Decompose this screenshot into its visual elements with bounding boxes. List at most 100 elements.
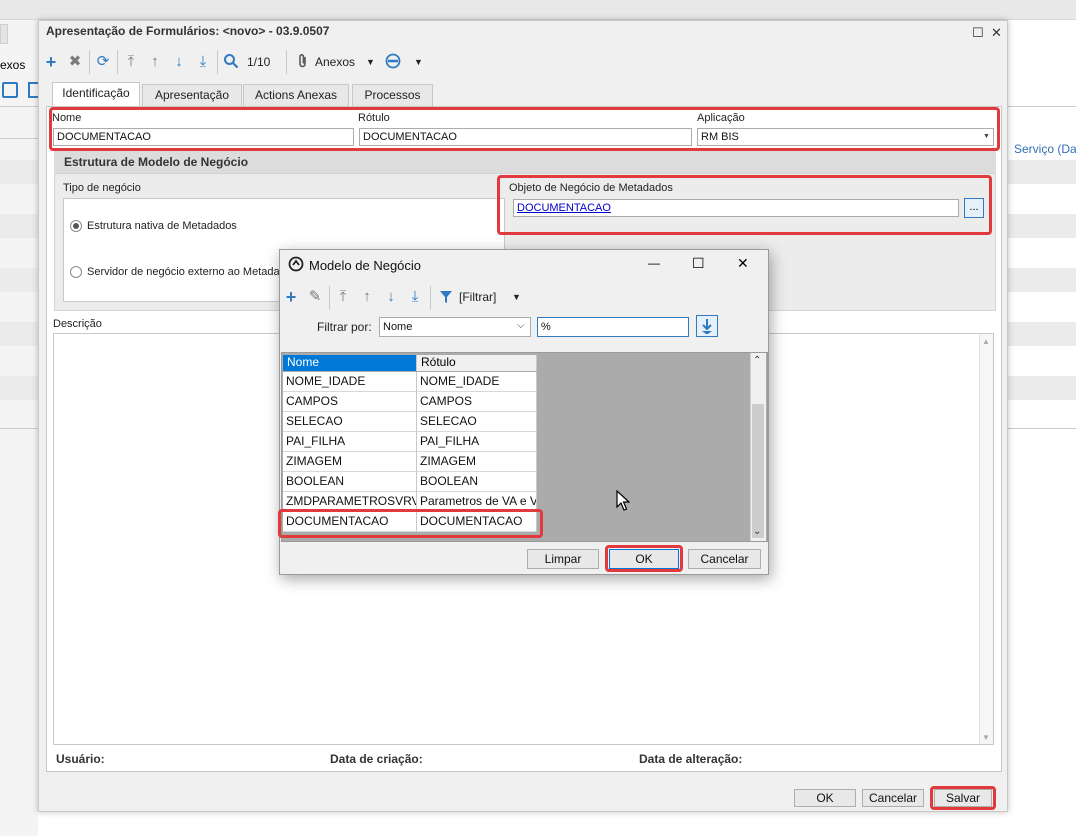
grid-cell-caption[interactable]: PAI_FILHA [417, 432, 537, 452]
section-header: Estrutura de Modelo de Negócio [54, 151, 996, 173]
close-icon[interactable]: ✕ [737, 255, 749, 272]
download-filter-icon [702, 319, 712, 334]
paperclip-icon[interactable] [294, 53, 312, 71]
attachments-label[interactable]: Anexos [315, 55, 355, 69]
filter-icon[interactable] [439, 290, 453, 307]
grid-cell-name[interactable]: BOOLEAN [283, 472, 417, 492]
grid-cell-name[interactable]: NOME_IDADE [283, 372, 417, 392]
background-divider [1008, 106, 1076, 107]
scroll-up-icon[interactable]: ▲ [982, 337, 990, 346]
radio-external[interactable] [70, 266, 82, 278]
toolbar-separator [430, 286, 431, 310]
dialog-app-icon [288, 256, 304, 275]
chevron-down-icon[interactable]: ▼ [414, 57, 423, 67]
chevron-down-icon[interactable]: ▼ [366, 57, 375, 67]
metadata-object-label: Objeto de Negócio de Metadados [509, 182, 673, 194]
clear-button[interactable]: Limpar [527, 549, 599, 569]
last-record-icon[interactable]: ⤓ [406, 288, 424, 306]
scroll-down-icon[interactable]: ⌄ [753, 526, 761, 537]
background-window-icon-2[interactable] [28, 82, 38, 98]
grid-cell-name[interactable]: ZIMAGEM [283, 452, 417, 472]
modified-date-label: Data de alteração: [639, 752, 743, 766]
background-window-icon[interactable] [2, 82, 18, 98]
scrollbar-thumb[interactable] [752, 404, 764, 538]
filter-field-select[interactable]: Nome [379, 317, 531, 337]
radio-external-label[interactable]: Servidor de negócio externo ao Metadados [87, 266, 297, 278]
background-divider [0, 106, 38, 107]
dialog-ok-button[interactable]: OK [609, 549, 679, 569]
background-row [1008, 160, 1076, 184]
filter-text-input[interactable]: % [537, 317, 689, 337]
grid-cell-caption[interactable]: SELECAO [417, 412, 537, 432]
last-record-icon[interactable]: ⤓ [194, 53, 212, 71]
toolbar-separator [329, 286, 330, 310]
edit-icon[interactable]: ✎ [306, 288, 324, 306]
tab-identificacao[interactable]: Identificação [52, 82, 140, 107]
background-divider [1008, 428, 1076, 429]
background-divider [0, 138, 38, 139]
chevron-down-icon[interactable]: ▼ [512, 292, 521, 302]
caption-field[interactable]: DOCUMENTACAO [359, 128, 692, 146]
background-tab-fragment[interactable] [0, 24, 8, 44]
background-column-link[interactable]: Serviço (Data [1014, 142, 1076, 156]
search-icon[interactable] [222, 53, 240, 71]
background-row [1008, 268, 1076, 292]
grid-cell-name[interactable]: PAI_FILHA [283, 432, 417, 452]
tab-actions-anexas[interactable]: Actions Anexas [243, 84, 349, 106]
grid-cell-name[interactable]: SELECAO [283, 412, 417, 432]
mouse-pointer-icon [616, 489, 631, 515]
chevron-down-icon[interactable]: ▼ [983, 133, 990, 140]
grid-cell-caption[interactable]: BOOLEAN [417, 472, 537, 492]
user-label: Usuário: [56, 752, 105, 766]
scroll-down-icon[interactable]: ▼ [982, 733, 990, 742]
radio-native-label[interactable]: Estrutura nativa de Metadados [87, 220, 237, 232]
created-date-label: Data de criação: [330, 752, 423, 766]
options-icon[interactable] [384, 53, 402, 71]
name-label: Nome [52, 112, 82, 124]
scroll-up-icon[interactable]: ⌃ [753, 355, 761, 366]
previous-record-icon[interactable]: ↑ [146, 53, 164, 71]
add-icon[interactable]: + [42, 53, 60, 71]
column-header-name[interactable]: Nome [283, 355, 417, 371]
grid-cell-caption[interactable]: CAMPOS [417, 392, 537, 412]
ok-button[interactable]: OK [794, 789, 856, 807]
maximize-icon[interactable]: ☐ [972, 25, 984, 41]
name-field[interactable]: DOCUMENTACAO [53, 128, 354, 146]
grid-cell-caption[interactable]: ZIMAGEM [417, 452, 537, 472]
background-row [1008, 322, 1076, 346]
save-button[interactable]: Salvar [934, 789, 992, 807]
metadata-object-field[interactable]: DOCUMENTACAO [513, 199, 959, 217]
refresh-icon[interactable]: ⟳ [94, 53, 112, 71]
application-label: Aplicação [697, 112, 745, 124]
browse-button[interactable]: ... [964, 198, 984, 218]
apply-filter-button[interactable] [696, 315, 718, 337]
caption-label: Rótulo [358, 112, 390, 124]
radio-native[interactable] [70, 220, 82, 232]
next-record-icon[interactable]: ↓ [382, 288, 400, 306]
dialog-cancel-button[interactable]: Cancelar [688, 549, 761, 569]
description-label: Descrição [53, 318, 102, 330]
add-icon[interactable]: + [282, 288, 300, 306]
filter-dropdown-label[interactable]: [Filtrar] [459, 290, 496, 304]
first-record-icon[interactable]: ⤒ [334, 288, 352, 306]
application-select[interactable]: RM BIS [697, 128, 994, 146]
record-counter: 1/10 [247, 55, 271, 69]
maximize-icon[interactable]: ☐ [692, 255, 705, 272]
minimize-icon[interactable]: — [648, 256, 660, 270]
background-row [0, 214, 38, 238]
cancel-button[interactable]: Cancelar [862, 789, 924, 807]
background-row [1008, 376, 1076, 400]
grid-cell-caption[interactable]: NOME_IDADE [417, 372, 537, 392]
chevron-down-icon[interactable]: ⌵ [517, 320, 525, 331]
description-scrollbar[interactable] [979, 334, 993, 744]
column-header-caption[interactable]: Rótulo [417, 355, 537, 371]
tab-processos[interactable]: Processos [352, 84, 433, 106]
delete-icon[interactable]: ✖ [66, 53, 84, 71]
previous-record-icon[interactable]: ↑ [358, 288, 376, 306]
next-record-icon[interactable]: ↓ [170, 53, 188, 71]
close-icon[interactable]: ✕ [991, 25, 1002, 41]
first-record-icon[interactable]: ⤒ [122, 53, 140, 71]
grid-cell-name[interactable]: CAMPOS [283, 392, 417, 412]
background-tab-label[interactable]: exos [0, 58, 25, 72]
tab-apresentacao[interactable]: Apresentação [142, 84, 242, 106]
